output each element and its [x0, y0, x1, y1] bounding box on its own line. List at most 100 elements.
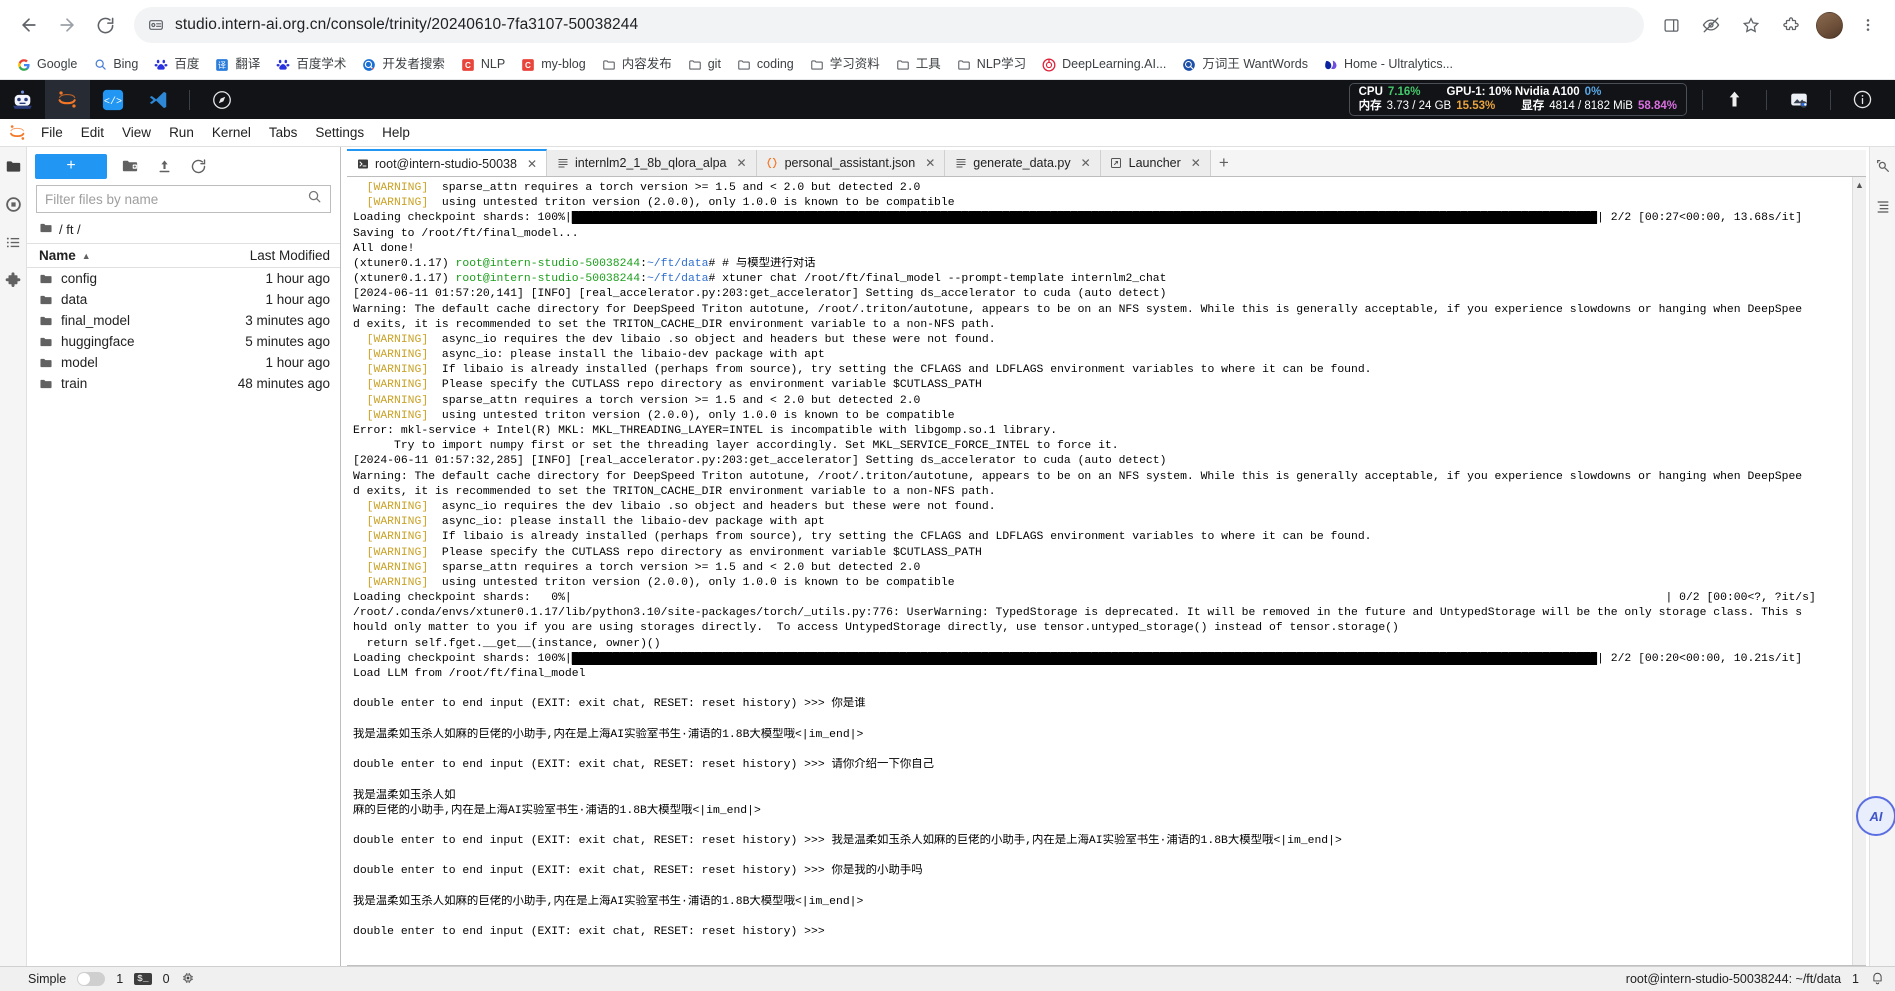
file-row[interactable]: huggingface 5 minutes ago: [27, 331, 340, 352]
bookmark-item[interactable]: 译翻译: [207, 54, 267, 76]
menu-run[interactable]: Run: [160, 119, 203, 147]
bookmark-item[interactable]: NLP学习: [949, 54, 1033, 76]
bookmark-item[interactable]: C NLP: [453, 54, 512, 76]
forward-button[interactable]: [50, 8, 84, 42]
tab-4[interactable]: Launcher ✕: [1100, 150, 1211, 176]
tab-close-icon[interactable]: ✕: [1081, 156, 1091, 170]
terminal-span: [353, 547, 367, 559]
bookmark-item[interactable]: Google: [9, 54, 84, 76]
bookmark-item[interactable]: DeepLearning.AI...: [1034, 54, 1173, 76]
bell-icon[interactable]: [1870, 970, 1885, 988]
extensions-icon[interactable]: [2, 269, 24, 291]
property-inspector-icon[interactable]: [1872, 155, 1894, 177]
menu-help[interactable]: Help: [373, 119, 419, 147]
jupyter-logo-icon[interactable]: [45, 80, 90, 119]
profile-avatar[interactable]: [1816, 11, 1843, 39]
terminal-span-blue: ~/ft/data: [646, 273, 709, 286]
bookmark-item[interactable]: 万词王 WantWords: [1174, 54, 1315, 76]
file-row[interactable]: final_model 3 minutes ago: [27, 310, 340, 331]
bookmark-star-icon[interactable]: [1736, 10, 1766, 40]
file-row[interactable]: train 48 minutes ago: [27, 373, 340, 394]
vscode-web-icon[interactable]: </>: [90, 80, 135, 119]
folder-icon: [736, 57, 752, 73]
bookmark-item[interactable]: 开发者搜索: [354, 54, 452, 76]
file-row[interactable]: config 1 hour ago: [27, 268, 340, 289]
tab-close-icon[interactable]: ✕: [527, 157, 537, 171]
bookmark-item[interactable]: git: [680, 54, 728, 76]
tab-close-icon[interactable]: ✕: [1191, 156, 1201, 170]
studio-topbar: </> CPU 7.16% GPU-1: 10% Nvidia A100 0% …: [0, 80, 1895, 119]
split-screen-icon[interactable]: [1656, 10, 1686, 40]
upload-files-icon[interactable]: [153, 155, 175, 177]
terminal-span: using untested triton version (2.0.0), o…: [428, 197, 955, 210]
commands-icon[interactable]: [2, 231, 24, 253]
bookmark-item[interactable]: Cmy-blog: [513, 54, 592, 76]
terminal-output[interactable]: [WARNING] sparse_attn requires a torch v…: [347, 177, 1852, 965]
tab-3[interactable]: generate_data.py ✕: [945, 150, 1101, 176]
column-header-name[interactable]: Name ▲: [39, 248, 250, 263]
extensions-puzzle-icon[interactable]: [1776, 10, 1806, 40]
terminal-line: hould only matter to you if you are usin…: [353, 621, 1852, 636]
bookmark-item[interactable]: 百度: [146, 54, 206, 76]
tab-close-icon[interactable]: ✕: [737, 156, 747, 170]
menu-view[interactable]: View: [113, 119, 160, 147]
folder-icon[interactable]: [2, 155, 24, 177]
info-icon[interactable]: [1840, 80, 1885, 119]
file-modified: 3 minutes ago: [245, 313, 330, 328]
bookmark-item[interactable]: coding: [729, 54, 801, 76]
bookmark-item[interactable]: Bing: [85, 54, 145, 76]
menu-kernel[interactable]: Kernel: [203, 119, 260, 147]
new-launcher-button[interactable]: +: [35, 153, 107, 179]
cpu-icon[interactable]: [181, 971, 195, 988]
terminal-line: 麻的巨佬的小助手,内在是上海AI实验室书生·浦语的1.8B大模型哦<|im_en…: [353, 804, 1852, 819]
terminal-scrollbar[interactable]: ▲: [1852, 177, 1866, 965]
tab-2[interactable]: personal_assistant.json ✕: [756, 150, 946, 176]
file-name: data: [61, 292, 88, 307]
terminal-line: return self.fget.__get__(instance, owner…: [353, 637, 1852, 652]
bookmark-item[interactable]: 工具: [888, 54, 948, 76]
vscode-icon[interactable]: [135, 80, 180, 119]
toc-icon[interactable]: [1872, 195, 1894, 217]
menu-settings[interactable]: Settings: [306, 119, 373, 147]
refresh-icon[interactable]: [187, 155, 209, 177]
terminal-icon[interactable]: $_: [134, 972, 152, 986]
file-row[interactable]: model 1 hour ago: [27, 352, 340, 373]
scroll-up-arrow-icon[interactable]: ▲: [1855, 180, 1864, 190]
file-row[interactable]: data 1 hour ago: [27, 289, 340, 310]
folder-icon: [39, 272, 53, 286]
terminal-line: [WARNING] If libaio is already installed…: [353, 363, 1852, 378]
terminal-area: [WARNING] sparse_attn requires a torch v…: [347, 177, 1866, 966]
bookmark-item[interactable]: Home - Ultralytics...: [1316, 54, 1460, 76]
tab-close-icon[interactable]: ✕: [925, 156, 935, 170]
file-filter-input[interactable]: [45, 191, 301, 207]
running-terminals-icon[interactable]: [2, 193, 24, 215]
tab-0[interactable]: root@intern-studio-50038 ✕: [347, 149, 547, 176]
new-tab-button[interactable]: +: [1211, 150, 1237, 176]
bookmark-item[interactable]: 内容发布: [594, 54, 679, 76]
site-info-icon[interactable]: [148, 17, 164, 33]
bookmark-item[interactable]: 学习资料: [802, 54, 887, 76]
reload-button[interactable]: [88, 8, 122, 42]
new-folder-icon[interactable]: [119, 155, 141, 177]
file-filter-box[interactable]: [36, 185, 331, 213]
incognito-eye-icon[interactable]: [1696, 10, 1726, 40]
upload-icon[interactable]: [1712, 80, 1757, 119]
chrome-menu-icon[interactable]: [1853, 10, 1883, 40]
simple-mode-toggle[interactable]: [77, 972, 106, 986]
file-name: model: [61, 355, 98, 370]
ai-assistant-button[interactable]: AI: [1856, 796, 1895, 836]
address-bar[interactable]: studio.intern-ai.org.cn/console/trinity/…: [134, 7, 1644, 43]
breadcrumb[interactable]: / ft /: [27, 219, 340, 243]
menu-edit[interactable]: Edit: [72, 119, 113, 147]
bookmark-item[interactable]: 百度学术: [268, 54, 353, 76]
menu-tabs[interactable]: Tabs: [260, 119, 307, 147]
terminal-span: sparse_attn requires a torch version >= …: [428, 394, 921, 407]
menu-file[interactable]: File: [32, 119, 72, 147]
tab-1[interactable]: internlm2_1_8b_qlora_alpa ✕: [547, 150, 757, 176]
robot-logo-icon[interactable]: [0, 80, 45, 119]
compass-icon[interactable]: [199, 80, 244, 119]
image-toggle-icon[interactable]: [1776, 80, 1821, 119]
back-button[interactable]: [12, 8, 46, 42]
column-header-modified[interactable]: Last Modified: [250, 248, 330, 263]
